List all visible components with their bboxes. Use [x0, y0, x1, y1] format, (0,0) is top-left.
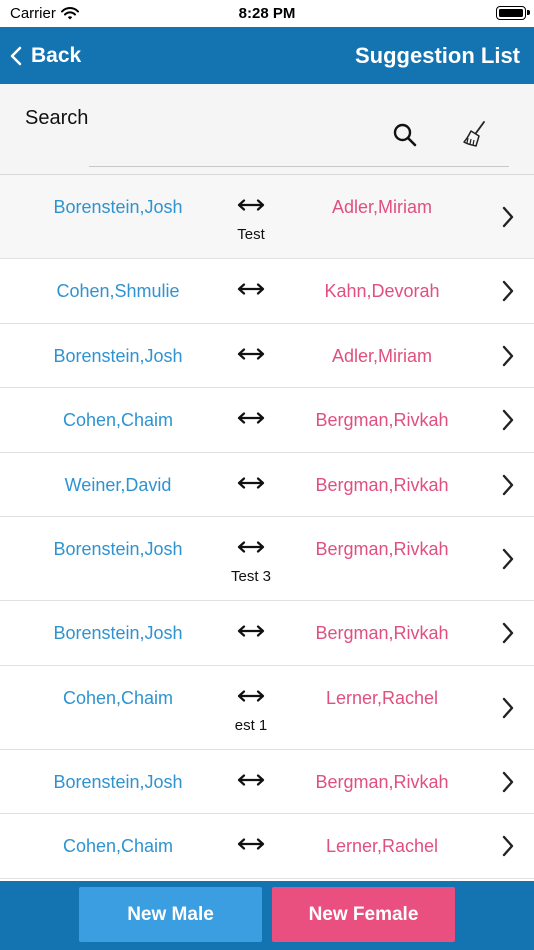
table-row[interactable]: Borenstein,Josh Bergman,Rivkah Test 3 [0, 517, 534, 601]
female-name: Bergman,Rivkah [315, 539, 449, 559]
table-row[interactable]: Borenstein,Josh Bergman,Rivkah [0, 601, 534, 666]
chevron-right-icon [502, 345, 514, 366]
new-female-button[interactable]: New Female [272, 887, 455, 942]
male-name: Cohen,Chaim [62, 836, 174, 856]
male-name: Cohen,Chaim [62, 410, 174, 430]
double-arrow-icon [237, 347, 265, 360]
female-name: Lerner,Rachel [325, 836, 439, 856]
chevron-right-icon [502, 409, 514, 431]
chevron-right-icon [502, 206, 514, 228]
search-panel: Search [0, 84, 534, 175]
back-label: Back [31, 43, 82, 67]
female-name: Bergman,Rivkah [315, 623, 449, 643]
chevron-right-icon [502, 474, 514, 495]
female-name: Bergman,Rivkah [315, 410, 449, 430]
search-icon[interactable] [392, 122, 418, 148]
table-row[interactable]: Cohen,Chaim Lerner,Rachel est 1 [0, 665, 534, 750]
male-name: Borenstein,Josh [53, 197, 183, 217]
double-arrow-icon [237, 773, 265, 786]
back-button[interactable]: Back [10, 27, 81, 84]
suggestion-note: Test 3 [230, 568, 272, 585]
double-arrow-icon [237, 541, 265, 553]
double-arrow-icon [237, 689, 265, 702]
male-name: Borenstein,Josh [53, 539, 183, 559]
double-arrow-icon [237, 283, 265, 295]
double-arrow-icon [237, 838, 265, 850]
new-male-button[interactable]: New Male [79, 887, 262, 942]
female-name: Lerner,Rachel [325, 687, 439, 708]
double-arrow-icon [237, 625, 265, 637]
female-name: Bergman,Rivkah [315, 474, 449, 495]
chevron-right-icon [502, 771, 514, 792]
female-name: Bergman,Rivkah [315, 771, 449, 792]
double-arrow-icon [237, 412, 265, 424]
chevron-right-icon [502, 697, 514, 718]
suggestion-list: Borenstein,Josh Adler,Miriam Test Cohen,… [0, 175, 534, 879]
table-row[interactable]: Cohen,Shmulie Kahn,Devorah [0, 259, 534, 324]
suggestion-note: est 1 [234, 716, 268, 734]
table-row[interactable]: Cohen,Chaim Lerner,Rachel [0, 814, 534, 879]
double-arrow-icon [237, 199, 265, 211]
broom-icon[interactable] [462, 120, 488, 148]
chevron-right-icon [502, 835, 514, 857]
double-arrow-icon [237, 476, 265, 489]
search-input[interactable] [89, 166, 509, 167]
table-row[interactable]: Cohen,Chaim Bergman,Rivkah [0, 388, 534, 453]
table-row[interactable]: Borenstein,Josh Adler,Miriam [0, 323, 534, 388]
status-time: 8:28 PM [238, 5, 296, 22]
bottom-toolbar: New Male New Female [0, 881, 534, 950]
chevron-left-icon [10, 46, 22, 65]
female-name: Adler,Miriam [331, 197, 433, 217]
male-name: Cohen,Chaim [62, 687, 174, 708]
male-name: Borenstein,Josh [53, 345, 183, 366]
male-name: Weiner,David [64, 474, 172, 495]
female-name: Adler,Miriam [331, 345, 433, 366]
chevron-right-icon [502, 622, 514, 644]
status-bar: Carrier 8:28 PM [0, 0, 534, 27]
chevron-right-icon [502, 548, 514, 570]
table-row[interactable]: Weiner,David Bergman,Rivkah [0, 452, 534, 517]
page-title: Suggestion List [355, 42, 520, 68]
battery-icon [496, 6, 530, 20]
search-label: Search [25, 107, 89, 129]
table-row[interactable]: Borenstein,Josh Adler,Miriam Test [0, 175, 534, 259]
male-name: Cohen,Shmulie [56, 281, 180, 301]
male-name: Borenstein,Josh [53, 623, 183, 643]
suggestion-note: Test [237, 226, 265, 243]
male-name: Borenstein,Josh [53, 771, 183, 792]
female-name: Kahn,Devorah [324, 281, 440, 301]
chevron-right-icon [502, 280, 514, 302]
table-row[interactable]: Borenstein,Josh Bergman,Rivkah [0, 749, 534, 814]
navigation-bar: Back Suggestion List [0, 27, 534, 84]
